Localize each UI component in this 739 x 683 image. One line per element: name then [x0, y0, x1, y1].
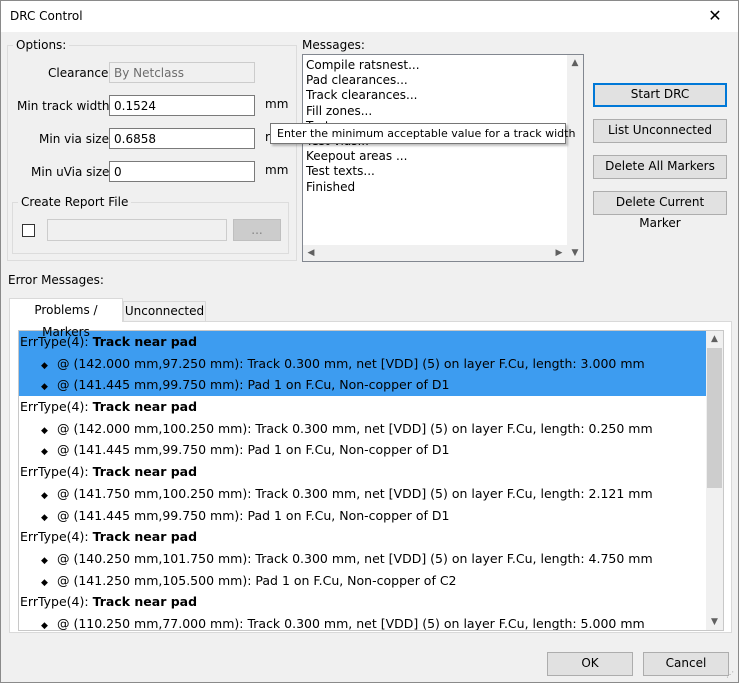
marker-title: ErrType(4): Track near pad — [19, 591, 707, 613]
bullet-icon: ◆ — [41, 555, 48, 566]
list-unconnected-button[interactable]: List Unconnected — [593, 119, 727, 143]
marker-item: ◆ @ (141.445 mm,99.750 mm): Pad 1 on F.Cu… — [19, 374, 707, 396]
marker-item-text: @ (142.000 mm,100.250 mm): Track 0.300 m… — [57, 420, 653, 436]
clearance-label: Clearance — [48, 66, 109, 80]
message-line: Test texts... — [306, 164, 375, 179]
marker-item: ◆ @ (141.445 mm,99.750 mm): Pad 1 on F.Cu… — [19, 439, 707, 461]
scroll-down-arrow-icon[interactable]: ▼ — [706, 614, 723, 630]
marker-item: ◆ @ (142.000 mm,100.250 mm): Track 0.300 … — [19, 418, 707, 440]
messages-hscrollbar[interactable]: ◀ ▶ — [303, 245, 567, 261]
drc-dialog: DRC Control ✕ Options: Clearance By Netc… — [0, 0, 739, 683]
min-via-size-label: Min via size — [39, 132, 109, 146]
tab-unconnected[interactable]: Unconnected — [123, 301, 206, 321]
marker-title-text: Track near pad — [92, 529, 198, 545]
marker-item-text: @ (141.250 mm,105.500 mm): Pad 1 on F.Cu… — [57, 572, 457, 588]
scroll-up-arrow-icon[interactable]: ▲ — [567, 55, 583, 71]
markers-scrollbar[interactable]: ▲ ▼ — [706, 331, 723, 630]
cancel-button[interactable]: Cancel — [643, 652, 729, 676]
marker-title: ErrType(4): Track near pad — [19, 396, 707, 418]
marker-title-text: Track near pad — [92, 399, 198, 415]
resize-grip-icon[interactable]: ⋰ — [726, 670, 736, 680]
marker-item: ◆ @ (141.250 mm,105.500 mm): Pad 1 on F.C… — [19, 570, 707, 592]
message-line: Fill zones... — [306, 103, 373, 118]
marker-item: ◆ @ (110.250 mm,77.000 mm): Track 0.300 m… — [19, 613, 707, 631]
min-uvia-size-unit: mm — [265, 163, 289, 177]
report-path-input — [47, 219, 227, 241]
min-track-width-label: Min track width — [17, 99, 110, 113]
track-width-tooltip: Enter the minimum acceptable value for a… — [270, 123, 575, 144]
window-title: DRC Control — [10, 9, 83, 23]
start-drc-button[interactable]: Start DRC — [593, 83, 727, 107]
marker-group[interactable]: ErrType(4): Track near pad ◆ @ (140.250 m… — [19, 526, 707, 591]
messages-box[interactable]: Compile ratsnest... Pad clearances... Tr… — [302, 54, 584, 262]
min-track-width-input[interactable]: 0.1524 — [109, 95, 255, 116]
marker-item: ◆ @ (140.250 mm,101.750 mm): Track 0.300 … — [19, 548, 707, 570]
marker-group[interactable]: ErrType(4): Track near pad ◆@ (142.000 m… — [19, 331, 707, 397]
close-icon[interactable]: ✕ — [692, 1, 738, 32]
marker-item: ◆ @ (141.750 mm,100.250 mm): Track 0.300 … — [19, 483, 707, 505]
message-line: Finished — [306, 179, 356, 194]
markers-panel: ErrType(4): Track near pad ◆@ (142.000 m… — [9, 321, 732, 633]
marker-item: ◆ @ (141.445 mm,99.750 mm): Pad 1 on F.Cu… — [19, 505, 707, 527]
message-line: Compile ratsnest... — [306, 58, 420, 72]
marker-title: ErrType(4): Track near pad — [19, 526, 707, 548]
scroll-up-arrow-icon[interactable]: ▲ — [706, 331, 723, 347]
tab-problems-markers[interactable]: Problems / Markers — [9, 298, 123, 339]
marker-item-text: @ (141.445 mm,99.750 mm): Pad 1 on F.Cu,… — [57, 507, 450, 523]
scroll-left-arrow-icon[interactable]: ◀ — [303, 245, 319, 261]
delete-all-markers-button[interactable]: Delete All Markers — [593, 155, 727, 179]
marker-title-text: Track near pad — [92, 464, 198, 480]
message-line: Pad clearances... — [306, 73, 408, 88]
bullet-icon: ◆ — [41, 490, 48, 501]
marker-item-text: @ (141.445 mm,99.750 mm): Pad 1 on F.Cu,… — [57, 442, 450, 458]
messages-label: Messages: — [302, 38, 365, 52]
title-bar: DRC Control ✕ — [1, 1, 738, 32]
min-via-size-input[interactable]: 0.6858 — [109, 128, 255, 149]
marker-type: ErrType(4): — [20, 594, 89, 610]
marker-group[interactable]: ErrType(4): Track near pad ◆ @ (141.750 m… — [19, 461, 707, 526]
marker-item-text: @ (141.445 mm,99.750 mm): Pad 1 on F.Cu,… — [57, 377, 450, 393]
messages-scrollbar[interactable]: ▲ ▼ — [567, 55, 583, 261]
marker-item-text: @ (110.250 mm,77.000 mm): Track 0.300 mm… — [57, 615, 645, 631]
marker-type: ErrType(4): — [20, 399, 89, 415]
marker-title-text: Track near pad — [92, 594, 198, 610]
options-label: Options: — [13, 38, 70, 52]
message-line: Keepout areas ... — [306, 149, 408, 164]
marker-type: ErrType(4): — [20, 529, 89, 545]
marker-item: ◆ @ (142.000 mm,97.250 mm): Track 0.300 m… — [19, 353, 707, 375]
marker-type: ErrType(4): — [20, 464, 89, 480]
marker-title: ErrType(4): Track near pad — [19, 331, 707, 353]
marker-title: ErrType(4): Track near pad — [19, 461, 707, 483]
marker-item-text: @ (141.750 mm,100.250 mm): Track 0.300 m… — [57, 485, 653, 501]
marker-group[interactable]: ErrType(4): Track near pad ◆@ (142.000 m… — [19, 396, 707, 461]
message-line: Track clearances... — [306, 88, 418, 103]
browse-button: ... — [233, 219, 281, 241]
min-uvia-size-label: Min uVia size — [31, 165, 110, 179]
report-file-label: Create Report File — [18, 195, 132, 209]
markers-items: ErrType(4): Track near pad ◆@ (142.000 m… — [19, 331, 707, 631]
marker-group[interactable]: ErrType(4): Track near pad ◆ @ (110.250 m… — [19, 591, 707, 631]
marker-item-text: @ (140.250 mm,101.750 mm): Track 0.300 m… — [57, 550, 653, 566]
scroll-right-arrow-icon[interactable]: ▶ — [551, 245, 567, 261]
bullet-icon: ◆ — [41, 620, 48, 631]
marker-item-text: @ (142.000 mm,97.250 mm): Track 0.300 mm… — [57, 355, 645, 371]
scroll-thumb[interactable] — [707, 348, 722, 488]
error-messages-label: Error Messages: — [8, 273, 104, 287]
min-track-width-unit: mm — [265, 97, 289, 111]
scroll-down-arrow-icon[interactable]: ▼ — [567, 245, 583, 261]
delete-current-marker-button[interactable]: Delete Current Marker — [593, 191, 727, 230]
markers-list[interactable]: ErrType(4): Track near pad ◆@ (142.000 m… — [18, 330, 724, 631]
report-file-checkbox[interactable] — [22, 224, 35, 237]
clearance-field: By Netclass — [109, 62, 255, 83]
min-uvia-size-input[interactable]: 0 — [109, 161, 255, 182]
ok-button[interactable]: OK — [547, 652, 633, 676]
marker-title-text: Track near pad — [92, 334, 198, 349]
